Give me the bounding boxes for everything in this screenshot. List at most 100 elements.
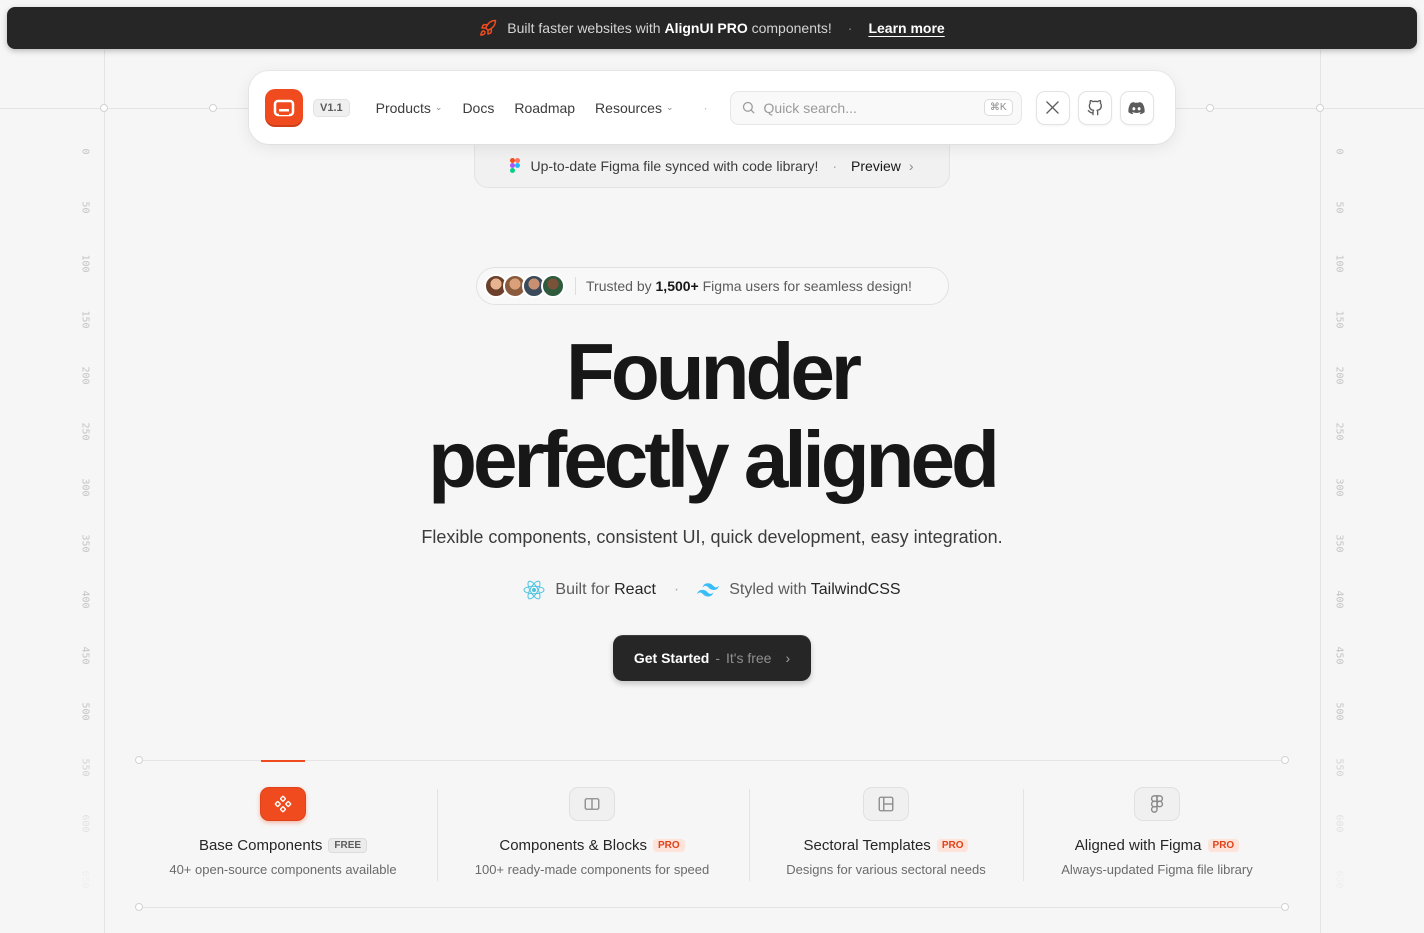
ruler-tick-label: 650 xyxy=(79,870,91,889)
ruler-tick-label: 650 xyxy=(1333,870,1345,889)
hero-subtitle: Flexible components, consistent UI, quic… xyxy=(421,527,1003,547)
ruler-tick-label: 500 xyxy=(1333,702,1345,721)
discord-icon xyxy=(1128,101,1145,114)
ruler-tick-label: 50 xyxy=(1333,201,1345,214)
cta-label: Get Started xyxy=(633,650,710,666)
tailwind-icon xyxy=(697,583,720,597)
search-shortcut: ⌘K xyxy=(983,99,1013,116)
columns-icon xyxy=(584,798,600,810)
ruler-tick-label: 550 xyxy=(79,758,91,777)
feature-description: 100+ ready-made components for speed xyxy=(474,862,710,877)
search-input[interactable] xyxy=(763,99,976,116)
hero-title-line-1: Founder xyxy=(566,327,862,416)
github-button[interactable] xyxy=(1077,90,1112,125)
nav-item-products[interactable]: Products ⌄ xyxy=(376,100,443,116)
nav-separator: · xyxy=(703,100,708,115)
trust-count: 1,500+ xyxy=(655,278,699,294)
nav-item-label: Products xyxy=(375,99,431,116)
social-links xyxy=(1035,90,1154,125)
chevron-right-icon: › xyxy=(785,650,791,666)
pro-badge: PRO xyxy=(936,839,969,852)
search-box[interactable]: ⌘K xyxy=(729,90,1022,125)
components-icon xyxy=(274,795,292,813)
avatar xyxy=(541,274,565,298)
guide-node xyxy=(209,104,217,112)
guide-line-features-bottom xyxy=(139,907,1285,908)
ruler-tick-label: 450 xyxy=(1333,646,1345,665)
github-icon xyxy=(1087,99,1102,115)
free-badge: FREE xyxy=(328,838,368,853)
trust-prefix: Trusted by xyxy=(586,278,652,294)
feature-description: 40+ open-source components available xyxy=(169,862,397,877)
feature-base-components[interactable]: Base Components FREE 40+ open-source com… xyxy=(158,787,408,877)
trust-suffix: Figma users for seamless design! xyxy=(702,278,912,294)
x-button[interactable] xyxy=(1035,90,1070,125)
react-icon xyxy=(523,580,545,600)
feature-icon-box xyxy=(1134,787,1180,821)
guide-node xyxy=(100,104,108,112)
layout-icon xyxy=(878,796,894,812)
guide-node xyxy=(1316,104,1324,112)
feature-icon-box xyxy=(569,787,615,821)
nav-item-docs[interactable]: Docs xyxy=(462,100,494,116)
chevron-down-icon: ⌄ xyxy=(434,102,443,112)
ruler-tick-label: 600 xyxy=(79,814,91,833)
feature-aligned-figma[interactable]: Aligned with Figma PRO Always-updated Fi… xyxy=(1041,787,1273,877)
feature-divider xyxy=(1023,789,1024,881)
ruler-tick-label: 600 xyxy=(1333,814,1345,833)
ruler-tick-label: 0 xyxy=(79,148,91,155)
feature-icon-box xyxy=(863,787,909,821)
styled-prefix: Styled with xyxy=(729,581,807,598)
figma-banner-text: Up-to-date Figma file synced with code l… xyxy=(530,157,819,174)
version-badge[interactable]: V1.1 xyxy=(313,98,350,117)
feature-components-blocks[interactable]: Components & Blocks PRO 100+ ready-made … xyxy=(457,787,727,877)
built-for-text: Built for React xyxy=(555,581,656,599)
feature-description: Always-updated Figma file library xyxy=(1061,862,1253,877)
figma-banner-separator: · xyxy=(832,157,838,174)
cta-dash: - xyxy=(715,650,720,666)
avatar-group xyxy=(484,274,565,298)
announcement-text-after: components! xyxy=(751,20,832,36)
cta-sub: It's free xyxy=(726,650,772,666)
feature-description: Designs for various sectoral needs xyxy=(786,862,986,877)
feature-title-text: Base Components xyxy=(198,837,323,854)
chevron-down-icon: ⌄ xyxy=(665,102,674,112)
nav-item-label: Docs xyxy=(462,99,495,116)
hero-title-line-2: perfectly aligned xyxy=(428,415,1000,504)
nav-item-label: Resources xyxy=(595,99,662,116)
feature-title: Sectoral Templates PRO xyxy=(804,837,969,854)
tech-stack: Built for React · Styled with TailwindCS… xyxy=(0,580,1424,600)
logo[interactable] xyxy=(265,88,303,127)
nav-item-resources[interactable]: Resources ⌄ xyxy=(595,100,673,116)
ruler-tick-label: 450 xyxy=(79,646,91,665)
tech-separator: · xyxy=(673,581,680,598)
preview-link[interactable]: Preview › xyxy=(851,158,913,174)
x-icon xyxy=(1046,101,1059,114)
styled-with-text: Styled with TailwindCSS xyxy=(729,581,900,599)
active-indicator xyxy=(261,760,305,762)
discord-button[interactable] xyxy=(1119,90,1154,125)
navbar: V1.1 Products ⌄ Docs Roadmap Resources ⌄… xyxy=(249,71,1175,144)
hero-title: Founder perfectly aligned xyxy=(0,328,1424,504)
built-prefix: Built for xyxy=(555,581,610,598)
announcement-brand: AlignUI PRO xyxy=(664,20,748,36)
feature-sectoral-templates[interactable]: Sectoral Templates PRO Designs for vario… xyxy=(766,787,1006,877)
feature-title-text: Sectoral Templates xyxy=(803,837,931,854)
nav-item-roadmap[interactable]: Roadmap xyxy=(514,100,575,116)
feature-divider xyxy=(437,789,438,881)
styled-tech: TailwindCSS xyxy=(810,581,901,598)
announcement-separator: · xyxy=(847,20,853,36)
guide-node xyxy=(1206,104,1214,112)
ruler-tick-label: 100 xyxy=(79,254,91,273)
ruler-tick-label: 150 xyxy=(79,310,91,329)
feature-title: Aligned with Figma PRO xyxy=(1074,837,1240,854)
feature-title-text: Aligned with Figma xyxy=(1074,837,1202,854)
preview-link-label: Preview xyxy=(851,157,901,174)
feature-title: Components & Blocks PRO xyxy=(499,837,685,854)
chevron-right-icon: › xyxy=(908,157,914,174)
get-started-button[interactable]: Get Started - It's free › xyxy=(613,635,811,681)
learn-more-link[interactable]: Learn more xyxy=(868,20,944,36)
trust-pill: Trusted by 1,500+ Figma users for seamle… xyxy=(476,267,949,305)
rocket-icon xyxy=(479,19,497,37)
search-icon xyxy=(742,101,755,114)
